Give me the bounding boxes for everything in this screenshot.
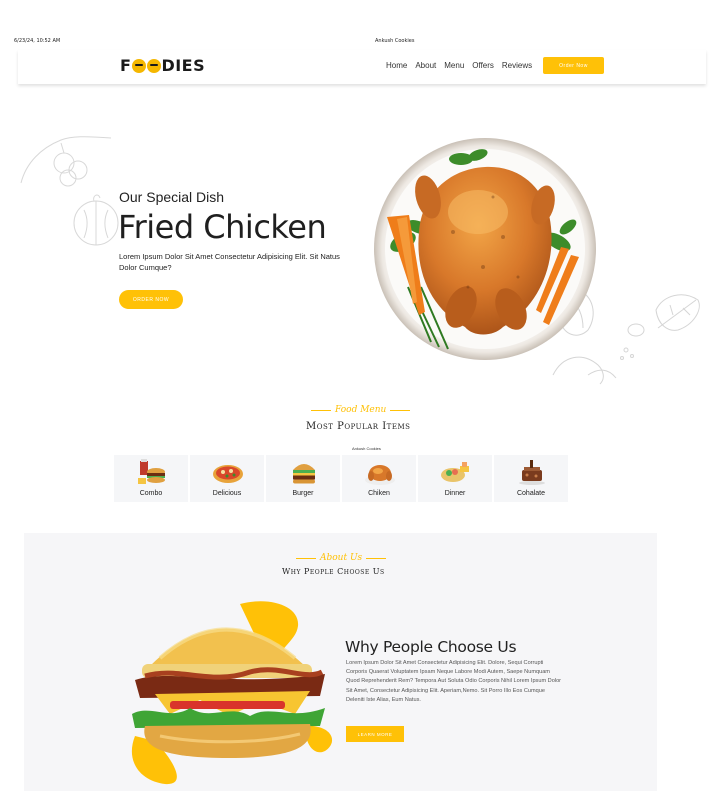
logo-suffix: DIES [161, 56, 206, 75]
dinner-icon [441, 462, 469, 482]
chicken-icon [365, 465, 395, 485]
menu-item-burger[interactable]: Burger [266, 455, 340, 502]
pizza-icon [213, 465, 243, 483]
hero-order-button[interactable]: ORDER NOW [119, 290, 183, 309]
order-now-nav-button[interactable]: Order Now [543, 57, 604, 74]
logo[interactable]: F DIES [120, 56, 205, 75]
fried-chicken-image [374, 138, 596, 360]
hero-title: Fried Chicken [118, 208, 327, 246]
menu-item-chiken[interactable]: Chiken [342, 455, 416, 502]
nav-link-offers[interactable]: Offers [472, 61, 494, 70]
about-section-tag: About Us [296, 553, 386, 563]
about-section-heading: Why People Choose Us [282, 567, 385, 576]
learn-more-button[interactable]: LEARN MORE [346, 726, 404, 742]
navbar: F DIES Home About Menu Offers Reviews Or… [18, 50, 706, 84]
menu-item-label: Chiken [368, 490, 390, 497]
nav-link-home[interactable]: Home [386, 61, 407, 70]
vegetable-sketch-icon [20, 136, 119, 246]
logo-o-icon [131, 58, 146, 73]
menu-item-label: Burger [292, 490, 314, 497]
menu-items: Combo Delicious Burger Chiken Dinner Coh… [114, 455, 568, 502]
menu-section-caption: Ankush Cookies [352, 446, 381, 451]
menu-section-tag: Food Menu [311, 405, 410, 415]
nav-link-about[interactable]: About [415, 61, 436, 70]
why-choose-title: Why People Choose Us [345, 638, 517, 656]
menu-section-heading: Most Popular Items [306, 421, 411, 432]
print-title: Ankush Cookies [375, 38, 415, 44]
burger-icon [293, 464, 315, 484]
menu-item-label: Delicious [212, 490, 242, 497]
menu-item-combo[interactable]: Combo [114, 455, 188, 502]
menu-item-label: Cohalate [516, 490, 546, 497]
why-choose-description: Lorem Ipsum Dolor Sit Amet Consectetur A… [346, 660, 562, 703]
burger-image [131, 601, 333, 785]
menu-item-label: Combo [139, 490, 163, 497]
print-date: 6/23/24, 10:52 AM [14, 38, 61, 44]
nav-links: Home About Menu Offers Reviews [386, 61, 532, 70]
chocolate-icon [519, 460, 545, 485]
combo-icon [138, 459, 165, 484]
menu-item-dinner[interactable]: Dinner [418, 455, 492, 502]
menu-item-label: Dinner [444, 490, 466, 497]
hero-subtitle: Our Special Dish [119, 189, 225, 205]
logo-o-icon [146, 58, 161, 73]
logo-prefix: F [120, 56, 132, 75]
menu-item-cohalate[interactable]: Cohalate [494, 455, 568, 502]
menu-item-delicious[interactable]: Delicious [190, 455, 264, 502]
nav-link-reviews[interactable]: Reviews [502, 61, 532, 70]
nav-link-menu[interactable]: Menu [444, 61, 464, 70]
hero-description: Lorem Ipsum Dolor Sit Amet Consectetur A… [119, 252, 340, 272]
